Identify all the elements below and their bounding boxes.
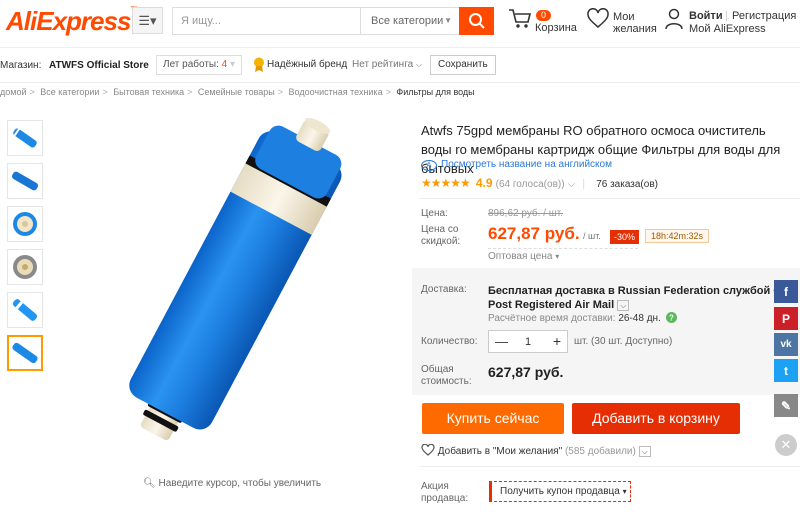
wishlist-label: Мои желания — [613, 11, 657, 35]
buy-now-button[interactable]: Купить сейчас — [422, 403, 564, 434]
breadcrumb-household[interactable]: Семейные товары — [198, 87, 275, 97]
new-price: 627,87 руб. — [488, 224, 580, 243]
votes-link[interactable]: (64 голоса(ов)) — [496, 179, 565, 190]
thumbnail-6-active[interactable] — [7, 335, 43, 371]
quantity-available: шт. (30 шт. Доступно) — [574, 336, 673, 347]
store-label: Магазин: — [0, 60, 42, 71]
my-aliexpress-link[interactable]: Мой AliExpress — [689, 23, 766, 35]
quantity-label: Количество: — [421, 336, 478, 347]
store-divider — [0, 82, 800, 83]
search-box[interactable]: Я ищу... Все категории ▼ — [172, 7, 459, 35]
search-button[interactable] — [459, 7, 494, 35]
account-separator: | — [725, 10, 728, 22]
main-product-image[interactable] — [48, 117, 408, 473]
header-divider — [0, 47, 800, 48]
search-input[interactable]: Я ищу... — [181, 15, 221, 27]
discount-price-label: Цена со скидкой: — [421, 224, 461, 247]
seller-promo-label: Акция продавца: — [421, 481, 469, 504]
cart-count-badge: 0 — [536, 10, 552, 21]
twitter-share-icon[interactable]: t — [774, 359, 798, 382]
price-label: Цена: — [421, 208, 448, 219]
svg-text:?: ? — [669, 314, 674, 323]
vk-share-icon[interactable]: vk — [774, 333, 798, 356]
store-rating-dropdown[interactable]: Нет рейтинга ⌵ — [352, 59, 422, 70]
cart-label: Корзина — [535, 22, 577, 34]
thumbnail-1[interactable] — [7, 120, 43, 156]
old-price: 896,62 руб. / шт. — [488, 208, 564, 219]
aliexpress-logo[interactable]: AliExpress™ — [6, 6, 137, 37]
divider — [419, 198, 800, 199]
add-to-cart-button[interactable]: Добавить в корзину — [572, 403, 740, 434]
chevron-down-icon[interactable]: ⌵ — [568, 179, 576, 190]
thumbnail-3[interactable] — [7, 206, 43, 242]
close-share-icon[interactable]: ✕ — [775, 434, 797, 456]
facebook-share-icon[interactable]: f — [774, 280, 798, 303]
medal-icon — [254, 57, 264, 72]
zoom-hint: 🔍︎ Наведите курсор, чтобы увеличить — [143, 478, 322, 489]
chevron-down-icon[interactable]: ⌵ — [638, 445, 651, 457]
chevron-down-icon: ▼ — [444, 16, 452, 25]
categories-menu-button[interactable]: ☰▾ — [132, 7, 163, 34]
thumbnail-5[interactable] — [7, 292, 43, 328]
thumbnail-list — [7, 120, 43, 378]
shipping-label: Доставка: — [421, 284, 467, 295]
store-years-badge: Лет работы: 4 ▾ — [156, 55, 243, 75]
user-icon — [665, 8, 683, 30]
translate-title-link[interactable]: À Посмотреть название на английском — [421, 159, 612, 171]
rating-value: 4.9 — [475, 176, 493, 190]
translate-icon: À — [421, 160, 437, 171]
breadcrumb: домой > Все категории > Бытовая техника > С… — [0, 87, 475, 97]
quantity-increase-button[interactable]: + — [553, 333, 561, 349]
shipping-method-selector[interactable]: Бесплатная доставка в Russian Federation… — [488, 284, 778, 312]
cart-icon — [509, 9, 532, 28]
cart-link[interactable]: 0 Корзина — [508, 8, 577, 34]
search-icon — [468, 13, 485, 29]
total-label: Общая стоимость: — [421, 364, 472, 387]
wishlist-link[interactable]: Мои желания — [587, 7, 657, 35]
delivery-estimate: Расчётное время доставки: 26-48 дн. ? — [488, 312, 677, 324]
quantity-input[interactable]: 1 — [525, 336, 531, 348]
pinterest-share-icon[interactable]: P — [774, 307, 798, 330]
edit-icon[interactable]: ✎ — [774, 394, 798, 417]
register-link[interactable]: Регистрация — [732, 10, 796, 22]
quantity-stepper: — 1 + — [488, 330, 568, 353]
store-name-link[interactable]: ATWFS Official Store — [49, 60, 149, 71]
breadcrumb-water-treatment[interactable]: Водоочистная техника — [289, 87, 383, 97]
save-store-button[interactable]: Сохранить — [430, 55, 496, 75]
site-header: AliExpress™ ☰▾ Я ищу... Все категории▼ 0… — [0, 0, 800, 50]
chevron-down-icon[interactable]: ⌵ — [617, 299, 630, 311]
magnifier-icon: 🔍︎ — [143, 478, 156, 489]
star-rating-icon: ★★★★★ — [421, 176, 471, 190]
orders-count: 76 заказа(ов) — [596, 179, 658, 190]
breadcrumb-all-categories[interactable]: Все категории — [40, 87, 99, 97]
thumbnail-4[interactable] — [7, 249, 43, 285]
total-price: 627,87 руб. — [488, 364, 564, 380]
search-category-select[interactable]: Все категории ▼ — [360, 8, 460, 34]
breadcrumb-home[interactable]: домой — [0, 87, 26, 97]
store-bar: Магазин: ATWFS Official Store Лет работы… — [0, 53, 800, 78]
membrane-cartridge-image — [129, 117, 342, 441]
quantity-decrease-button[interactable]: — — [495, 334, 508, 349]
price-unit: / шт. — [583, 231, 601, 241]
login-link[interactable]: Войти — [689, 10, 723, 22]
get-coupon-dropdown[interactable]: Получить купон продавца ▾ — [489, 481, 631, 502]
heart-plus-icon — [421, 443, 435, 456]
account-area: Войти | Регистрация Мой AliExpress — [664, 8, 796, 35]
discount-badge: -30% — [610, 230, 640, 244]
heart-icon — [587, 7, 609, 28]
thumbnail-2[interactable] — [7, 163, 43, 199]
rating-row: ★★★★★ 4.9 (64 голоса(ов)) ⌵ | 76 заказа(… — [421, 176, 658, 190]
breadcrumb-water-filters: Фильтры для воды — [396, 87, 475, 97]
breadcrumb-appliances[interactable]: Бытовая техника — [113, 87, 184, 97]
sale-countdown-timer: 18h:42m:32s — [645, 229, 710, 243]
trusted-brand-badge: Надёжный бренд — [253, 57, 347, 72]
help-icon[interactable]: ? — [665, 312, 677, 323]
wholesale-price-dropdown[interactable]: Оптовая цена ▾ — [488, 248, 638, 262]
divider — [419, 466, 800, 467]
add-to-wishlist-link[interactable]: Добавить в "Мои желания" (585 добавили) … — [421, 443, 651, 457]
